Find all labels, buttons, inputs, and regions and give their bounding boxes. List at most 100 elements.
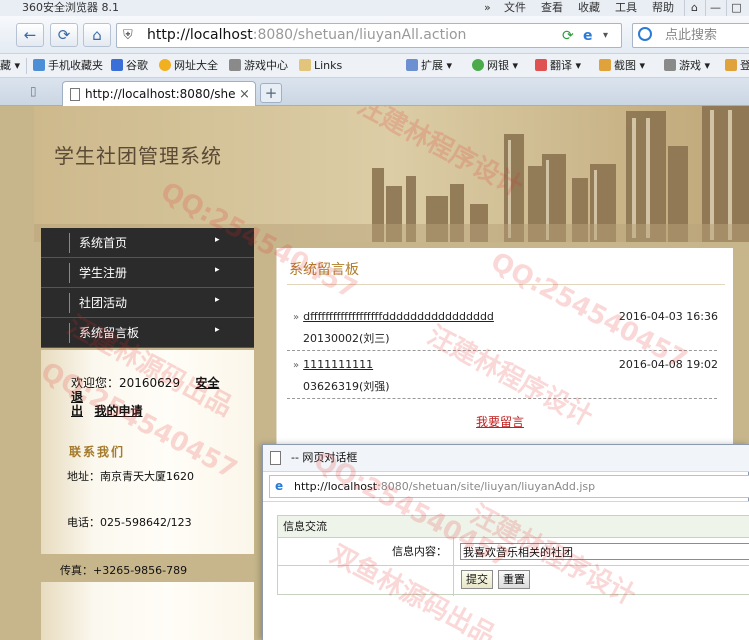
nav-item-home[interactable]: 系统首页 ▸ [41,228,254,258]
contact-phone: 电话：025-598642/123 [67,516,192,529]
chevron-down-icon[interactable]: ▾ [603,27,608,45]
fav-item-games[interactable]: 游戏中心 [226,57,291,75]
fav-item-mobile[interactable]: 手机收藏夹 [30,57,106,75]
address-url[interactable]: http://localhost:8080/shetuan/liuyanAll.… [147,24,466,47]
divider [69,233,70,253]
message-title-link[interactable]: 1111111111 [303,358,373,371]
document-icon [270,451,281,465]
back-button[interactable]: ← [16,23,44,47]
menu-file[interactable]: 文件 [504,0,526,16]
contact-fax: 传真：+3265-9856-789 [60,564,188,577]
city-skyline-image [34,106,749,242]
refresh-button[interactable]: ⟳ [50,23,78,47]
nav-item-message-board[interactable]: 系统留言板 ▸ [41,318,254,348]
nav-item-activities[interactable]: 社团活动 ▸ [41,288,254,318]
dialog-url-host: http://localhost [294,480,378,493]
address-path: :8080/shetuan/liuyanAll.action [252,27,467,43]
fav-item-collect[interactable]: 藏 ▾ [0,57,23,75]
dialog-title-bar: -- 网页对话框 [263,445,749,472]
caret-right-icon: ▸ [215,325,220,335]
fav-label: 翻译 [550,59,572,72]
tab-bar: ▯ http://localhost:8080/shetuan/ × + [0,78,749,107]
web-dialog: -- 网页对话框 e http://localhost:8080/shetuan… [262,444,749,640]
divider [287,398,717,399]
home-button[interactable]: ⌂ [83,23,111,47]
menu-help[interactable]: 帮助 [652,0,674,16]
google-icon [111,59,123,71]
message-datetime: 2016-04-03 16:36 [618,310,718,323]
sidebar: 系统首页 ▸ 学生注册 ▸ 社团活动 ▸ 系统留言板 ▸ 欢迎您：2016062… [41,228,254,640]
scissors-icon [599,59,611,71]
menu-view[interactable]: 查看 [541,0,563,16]
nav-label: 学生注册 [79,266,128,280]
leave-message-link[interactable]: 我要留言 [476,413,524,430]
menu-overflow-icon[interactable]: » [484,0,491,16]
bank-icon [472,59,484,71]
fav-item-bank[interactable]: 网银 ▾ [469,57,521,75]
maximize-icon[interactable]: □ [726,0,746,16]
fav-label: 谷歌 [126,59,148,72]
divider [69,323,70,343]
search-box[interactable]: 点此搜索 [632,23,749,48]
content-label: 信息内容： [278,538,454,566]
fav-item-daohang[interactable]: 网址大全 [156,57,221,75]
address-bar[interactable]: ⛨ http://localhost:8080/shetuan/liuyanAl… [116,23,622,48]
content-input[interactable] [460,543,749,560]
page-refresh-icon[interactable]: ⟳ [562,27,574,45]
menu-favorites[interactable]: 收藏 [578,0,600,16]
fav-item-screenshot[interactable]: 截图 ▾ [596,57,648,75]
my-apply-link[interactable]: 我的申请 [94,404,142,418]
dialog-body: 信息交流 信息内容： 提交 重置 [263,501,749,640]
message-form: 信息交流 信息内容： 提交 重置 [277,515,749,596]
divider [287,350,717,351]
browser-title-bar: 360安全浏览器 8.1 » 文件 查看 收藏 工具 帮助 ⌂ — □ [0,0,749,16]
gamepad-icon [664,59,676,71]
form-row-content: 信息内容： [278,538,749,566]
fav-item-translate[interactable]: 翻译 ▾ [532,57,584,75]
dialog-title: -- 网页对话框 [291,451,358,464]
home-small-icon[interactable]: ⌂ [684,0,704,16]
ie-mode-icon[interactable]: e [583,27,593,45]
fav-label: 登 [740,59,749,72]
reset-button[interactable]: 重置 [498,570,530,589]
browser-toolbar: ← ⟳ ⌂ ⛨ http://localhost:8080/shetuan/li… [0,16,749,54]
message-title-link[interactable]: dfffffffffffffffffffdddddddddddddddd [303,310,494,323]
message-datetime: 2016-04-08 19:02 [618,358,718,371]
fav-label: Links [314,59,343,72]
fav-item-login[interactable]: 登 [722,57,749,75]
page-heading: 系统留言板 [289,262,359,278]
form-cell [278,566,454,596]
minimize-icon[interactable]: — [705,0,725,16]
fav-item-links[interactable]: Links [296,57,345,75]
nav-item-register[interactable]: 学生注册 ▸ [41,258,254,288]
user-icon [725,59,737,71]
folder-icon [299,59,311,71]
tab-list-icon[interactable]: ▯ [30,84,44,100]
site-banner: 学生社团管理系统 [34,106,749,242]
search-placeholder: 点此搜索 [665,28,718,43]
message-author: 20130002(刘三) [303,332,390,345]
fav-item-play[interactable]: 游戏 ▾ [661,57,713,75]
double-arrow-icon: » [293,312,300,323]
puzzle-icon [406,59,418,71]
tab-active[interactable]: http://localhost:8080/shetuan/ × [62,81,256,107]
fav-item-google[interactable]: 谷歌 [108,57,151,75]
new-tab-button[interactable]: + [260,83,282,103]
fav-label: 游戏中心 [244,59,288,72]
fav-label: 手机收藏夹 [48,59,103,72]
back-arrow-icon: ← [23,26,37,44]
form-header: 信息交流 [278,516,749,538]
dialog-address-bar: e http://localhost:8080/shetuan/site/liu… [269,475,749,498]
fav-label: 截图 [614,59,636,72]
nav-label: 社团活动 [79,296,128,310]
close-icon[interactable]: × [239,82,250,107]
shield-icon: ⛨ [123,28,133,43]
divider [69,293,70,313]
menu-tools[interactable]: 工具 [615,0,637,16]
search-icon [638,27,652,41]
submit-button[interactable]: 提交 [461,570,493,589]
fav-item-extensions[interactable]: 扩展 ▾ [403,57,455,75]
browser-title: 360安全浏览器 8.1 [22,1,119,14]
caret-right-icon: ▸ [215,295,220,305]
document-icon [70,88,80,101]
